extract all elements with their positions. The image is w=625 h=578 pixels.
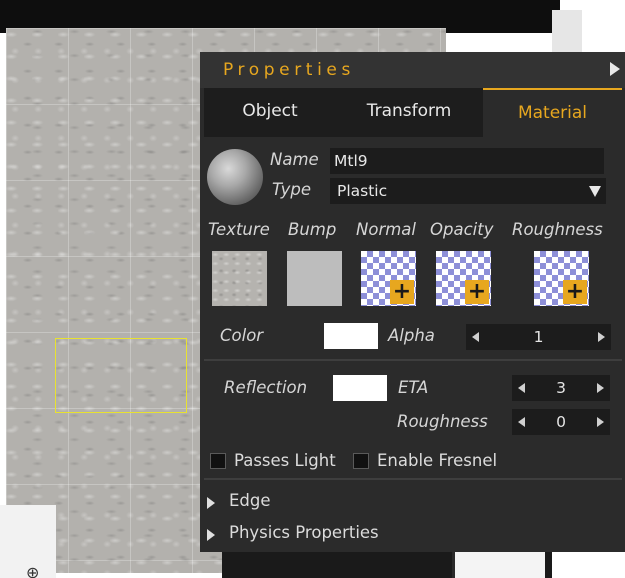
slot-label-texture: Texture bbox=[208, 220, 270, 239]
slot-label-roughness: Roughness bbox=[512, 220, 603, 239]
selected-object-outline[interactable] bbox=[55, 338, 187, 413]
roughness-value: 0 bbox=[556, 413, 566, 431]
eta-value: 3 bbox=[556, 379, 566, 397]
color-swatch[interactable] bbox=[324, 323, 378, 349]
bump-map-slot[interactable] bbox=[287, 251, 342, 306]
increment-arrow-icon[interactable] bbox=[597, 417, 604, 427]
alpha-stepper[interactable]: 1 bbox=[466, 324, 611, 350]
alpha-value: 1 bbox=[533, 328, 544, 346]
reflection-color-swatch[interactable] bbox=[333, 375, 387, 401]
add-icon: + bbox=[563, 280, 587, 304]
eta-stepper[interactable]: 3 bbox=[512, 375, 610, 401]
add-icon: + bbox=[465, 280, 489, 304]
properties-panel: Properties Object Transform Material Nam… bbox=[200, 52, 625, 552]
normal-map-slot[interactable]: + bbox=[361, 251, 416, 306]
tab-material[interactable]: Material bbox=[483, 88, 622, 137]
tab-object[interactable]: Object bbox=[204, 88, 336, 137]
increment-arrow-icon[interactable] bbox=[598, 332, 605, 342]
opacity-map-slot[interactable]: + bbox=[436, 251, 491, 306]
texture-map-slot[interactable] bbox=[212, 251, 267, 306]
color-label: Color bbox=[220, 326, 264, 345]
expand-arrow-icon bbox=[207, 497, 215, 509]
enable-fresnel-label: Enable Fresnel bbox=[377, 451, 498, 470]
enable-fresnel-checkbox[interactable] bbox=[353, 453, 369, 469]
reflection-label: Reflection bbox=[224, 378, 308, 397]
add-icon: + bbox=[390, 280, 414, 304]
expand-arrow-icon[interactable] bbox=[610, 62, 620, 76]
crosshair-icon: ⊕ bbox=[26, 563, 40, 578]
passes-light-checkbox[interactable] bbox=[210, 453, 226, 469]
divider bbox=[204, 478, 622, 480]
section-physics-properties[interactable]: Physics Properties bbox=[204, 521, 622, 549]
section-edge[interactable]: Edge bbox=[204, 489, 622, 517]
alpha-label: Alpha bbox=[388, 326, 435, 345]
type-label: Type bbox=[272, 180, 312, 199]
divider bbox=[204, 359, 622, 361]
section-edge-label: Edge bbox=[229, 491, 271, 510]
slot-label-opacity: Opacity bbox=[430, 220, 494, 239]
expand-arrow-icon bbox=[207, 529, 215, 541]
roughness-stepper[interactable]: 0 bbox=[512, 409, 610, 435]
dropdown-caret-icon bbox=[589, 186, 601, 197]
panel-title: Properties bbox=[223, 60, 355, 80]
panel-header: Properties bbox=[200, 52, 625, 88]
roughness-map-slot[interactable]: + bbox=[534, 251, 589, 306]
increment-arrow-icon[interactable] bbox=[597, 383, 604, 393]
passes-light-label: Passes Light bbox=[234, 451, 336, 470]
eta-label: ETA bbox=[398, 378, 429, 397]
name-label: Name bbox=[270, 150, 319, 169]
roughness-label: Roughness bbox=[397, 412, 488, 431]
slot-label-bump: Bump bbox=[288, 220, 337, 239]
material-name-input[interactable] bbox=[330, 148, 604, 174]
material-type-select[interactable]: Plastic bbox=[330, 178, 606, 204]
tab-bar: Object Transform Material bbox=[204, 88, 622, 137]
section-physics-label: Physics Properties bbox=[229, 523, 379, 542]
slot-label-normal: Normal bbox=[356, 220, 416, 239]
material-preview-sphere bbox=[207, 149, 263, 205]
tab-transform[interactable]: Transform bbox=[336, 88, 482, 137]
material-type-value: Plastic bbox=[337, 182, 388, 200]
